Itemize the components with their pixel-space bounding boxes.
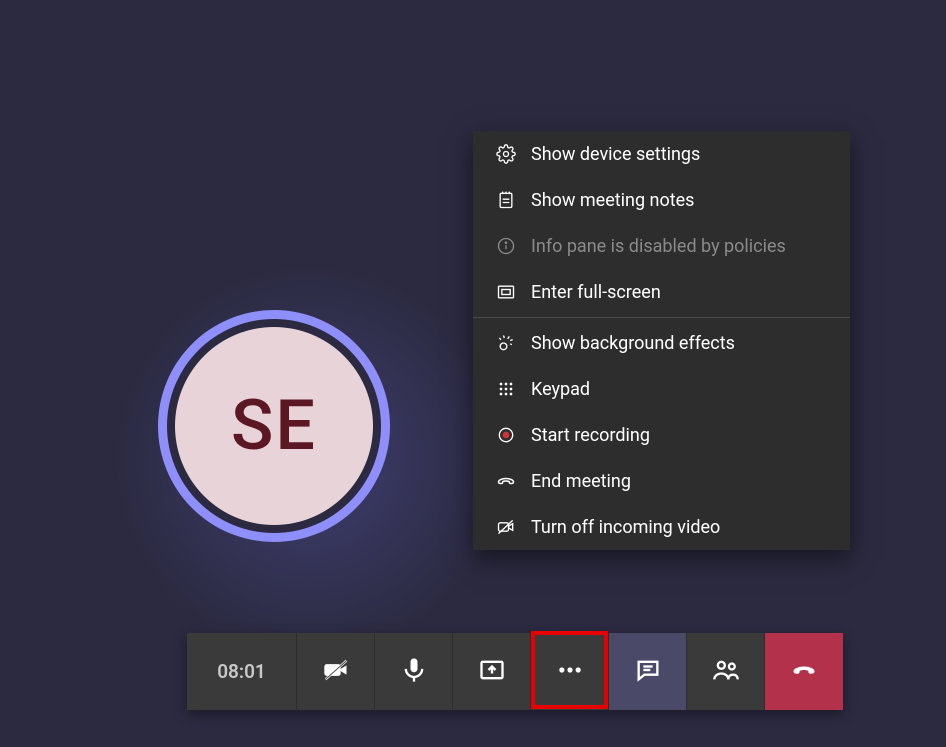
menu-item-label: Turn off incoming video	[531, 517, 720, 538]
avatar-initials: SE	[175, 327, 373, 525]
menu-item-start-recording[interactable]: Start recording	[473, 412, 850, 458]
fullscreen-icon	[495, 281, 517, 303]
record-icon	[495, 424, 517, 446]
keypad-icon	[495, 378, 517, 400]
more-icon	[556, 656, 584, 688]
menu-item-background-effects[interactable]: Show background effects	[473, 320, 850, 366]
share-screen-icon	[478, 656, 506, 688]
more-actions-menu: Show device settings Show meeting notes …	[473, 131, 850, 550]
mic-toggle-button[interactable]	[375, 633, 453, 710]
chat-icon	[634, 656, 662, 688]
menu-item-label: Keypad	[531, 379, 590, 400]
menu-item-end-meeting[interactable]: End meeting	[473, 458, 850, 504]
notes-icon	[495, 189, 517, 211]
menu-item-meeting-notes[interactable]: Show meeting notes	[473, 177, 850, 223]
more-actions-button[interactable]	[531, 633, 609, 710]
call-timer: 08:01	[187, 633, 297, 710]
microphone-icon	[400, 656, 428, 688]
menu-item-label: Show device settings	[531, 144, 700, 165]
camera-toggle-button[interactable]	[297, 633, 375, 710]
gear-icon	[495, 143, 517, 165]
info-icon	[495, 235, 517, 257]
end-meeting-icon	[495, 470, 517, 492]
participants-button[interactable]	[687, 633, 765, 710]
video-off-icon	[495, 516, 517, 538]
participant-avatar: SE	[158, 310, 390, 542]
background-effects-icon	[495, 332, 517, 354]
camera-off-icon	[322, 656, 350, 688]
menu-item-label: Show meeting notes	[531, 190, 694, 211]
menu-item-keypad[interactable]: Keypad	[473, 366, 850, 412]
hangup-icon	[790, 656, 818, 688]
menu-item-device-settings[interactable]: Show device settings	[473, 131, 850, 177]
menu-item-label: Enter full-screen	[531, 282, 661, 303]
menu-item-fullscreen[interactable]: Enter full-screen	[473, 269, 850, 315]
share-screen-button[interactable]	[453, 633, 531, 710]
call-toolbar: 08:01	[187, 633, 843, 710]
menu-item-turn-off-incoming-video[interactable]: Turn off incoming video	[473, 504, 850, 550]
menu-divider	[473, 317, 850, 318]
hangup-button[interactable]	[765, 633, 843, 710]
menu-item-label: End meeting	[531, 471, 631, 492]
menu-item-label: Start recording	[531, 425, 650, 446]
menu-item-label: Info pane is disabled by policies	[531, 236, 786, 257]
chat-button[interactable]	[609, 633, 687, 710]
people-icon	[712, 656, 740, 688]
menu-item-label: Show background effects	[531, 333, 735, 354]
menu-item-info-pane-disabled: Info pane is disabled by policies	[473, 223, 850, 269]
